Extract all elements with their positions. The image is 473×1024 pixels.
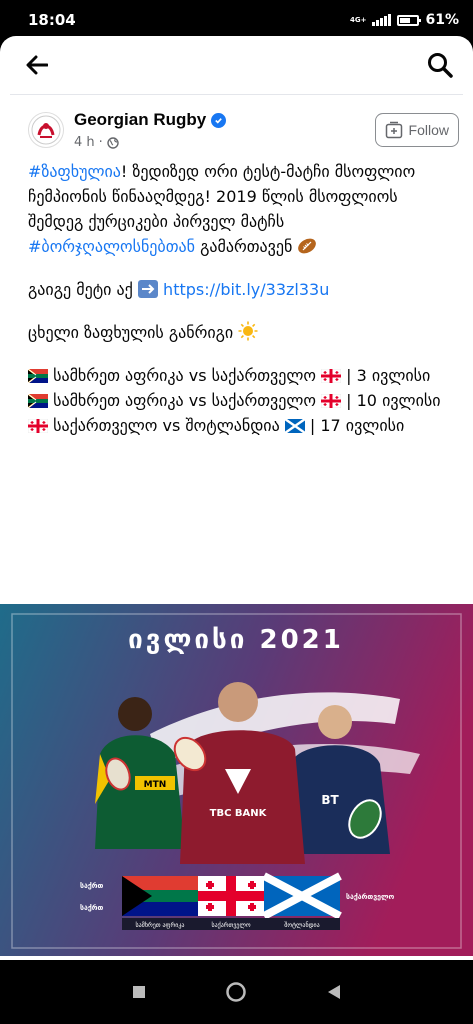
svg-text:საქრთ: საქრთ bbox=[80, 882, 104, 890]
georgia-flag-icon bbox=[321, 369, 342, 383]
sun-icon bbox=[238, 321, 258, 341]
south-africa-flag-icon bbox=[28, 394, 48, 408]
poster-flags: სამხრეთ აფრიკა საქართველო შოტლანდია bbox=[122, 872, 342, 930]
south-africa-flag-icon bbox=[28, 369, 48, 383]
follow-label: Follow bbox=[408, 122, 449, 138]
poster-title: ივლისი 2021 bbox=[128, 625, 344, 655]
scotland-flag-icon bbox=[284, 419, 305, 433]
page-name-row: Georgian Rugby bbox=[74, 110, 227, 130]
georgia-flag-icon bbox=[321, 394, 342, 408]
page-avatar[interactable] bbox=[28, 112, 64, 148]
verified-badge-icon bbox=[211, 112, 227, 128]
home-button[interactable] bbox=[221, 977, 251, 1007]
globe-icon bbox=[107, 136, 119, 149]
svg-text:საქრთ: საქრთ bbox=[80, 904, 104, 912]
top-bar bbox=[0, 36, 473, 94]
svg-text:საქართველო: საქართველო bbox=[346, 893, 395, 901]
svg-text:სამხრეთ აფრიკა: სამხრეთ აფრიკა bbox=[136, 922, 185, 929]
back-button[interactable] bbox=[22, 50, 52, 80]
schedule-heading: ცხელი ზაფხულის განრიგი bbox=[28, 320, 451, 345]
svg-text:შოტლანდია: შოტლანდია bbox=[284, 922, 319, 929]
post-image[interactable]: MTN BT TBC BANK ივლისი 2021 სამხრეთ აფრი… bbox=[0, 604, 473, 956]
post-time[interactable]: 4 h bbox=[74, 135, 95, 150]
square-icon bbox=[132, 986, 145, 998]
search-button[interactable] bbox=[425, 50, 455, 80]
signal-icon bbox=[372, 14, 392, 26]
more-info-line: გაიგე მეტი აქ https://bit.ly/33zl33u bbox=[28, 280, 330, 299]
georgia-flag-icon bbox=[28, 419, 48, 433]
georgian-rugby-logo-icon bbox=[31, 115, 61, 145]
recents-button[interactable] bbox=[124, 977, 154, 1007]
status-time: 18:04 bbox=[28, 11, 76, 29]
page-info: Georgian Rugby 4 h · bbox=[74, 110, 227, 150]
hashtag-link[interactable]: #ზაფხულია bbox=[28, 162, 121, 181]
shirt-logo: MTN bbox=[144, 780, 167, 790]
svg-text:BT: BT bbox=[321, 793, 339, 807]
status-bar: 18:04 4G+ 61% bbox=[0, 0, 473, 40]
svg-text:საქართველო: საქართველო bbox=[211, 922, 250, 929]
poster-graphic: MTN BT TBC BANK ივლისი 2021 სამხრეთ აფრი… bbox=[0, 604, 473, 956]
page-name[interactable]: Georgian Rugby bbox=[74, 110, 206, 130]
hashtag-link[interactable]: #ბორჯღალოსნებთან bbox=[28, 237, 195, 256]
search-icon bbox=[428, 53, 453, 78]
right-arrow-icon bbox=[137, 280, 158, 298]
follow-button[interactable]: Follow bbox=[374, 113, 459, 147]
triangle-back-icon bbox=[328, 985, 341, 999]
match-item: სამხრეთ აფრიკა vs საქართველო | 10 ივლისი bbox=[28, 388, 451, 413]
post-intro: #ზაფხულია! ზედიზედ ორი ტესტ-მატჩი მსოფლი… bbox=[28, 162, 416, 256]
battery-icon bbox=[397, 14, 422, 26]
match-list: სამხრეთ აფრიკა vs საქართველო | 3 ივლისი … bbox=[28, 363, 451, 438]
external-link[interactable]: https://bit.ly/33zl33u bbox=[163, 280, 329, 299]
battery-percent: 61% bbox=[425, 12, 459, 28]
sponsor-logo: TBC BANK bbox=[210, 808, 268, 819]
post-header: Georgian Rugby 4 h · Follow bbox=[0, 95, 473, 153]
match-item: სამხრეთ აფრიკა vs საქართველო | 3 ივლისი bbox=[28, 363, 451, 388]
system-nav-bar bbox=[0, 960, 473, 1024]
add-page-icon bbox=[385, 121, 402, 139]
rugby-ball-icon bbox=[298, 238, 317, 254]
app-screen: Georgian Rugby 4 h · Follow #ზაფხულია! ზ… bbox=[0, 36, 473, 960]
post-text: #ზაფხულია! ზედიზედ ორი ტესტ-მატჩი მსოფლი… bbox=[0, 153, 473, 438]
match-item: საქართველო vs შოტლანდია | 17 ივლისი bbox=[28, 413, 451, 438]
network-type: 4G+ bbox=[350, 15, 367, 24]
back-nav-button[interactable] bbox=[319, 977, 349, 1007]
arrow-left-icon bbox=[26, 55, 48, 75]
circle-icon bbox=[226, 982, 247, 1002]
post-meta: 4 h · bbox=[74, 135, 226, 150]
status-icons: 4G+ 61% bbox=[350, 12, 459, 28]
